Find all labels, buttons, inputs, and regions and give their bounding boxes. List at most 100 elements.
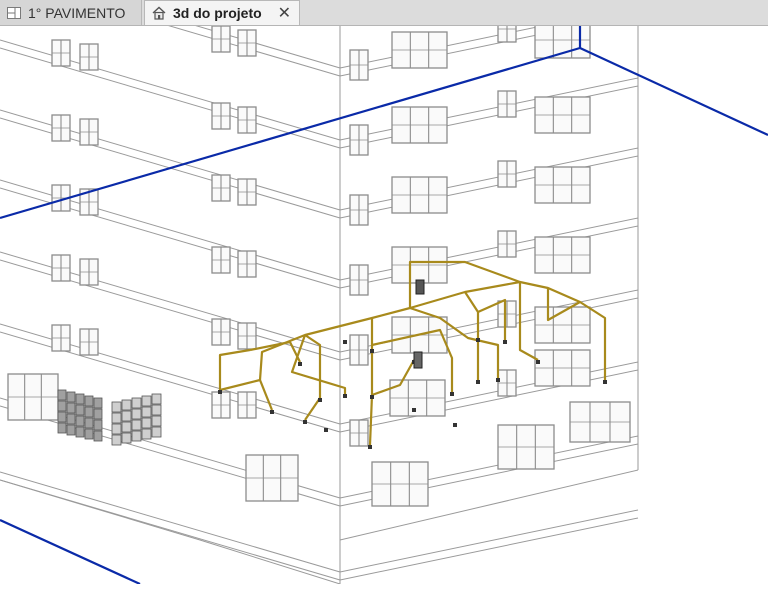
pipe-fitting xyxy=(450,392,454,396)
valve-fixture xyxy=(413,351,423,369)
equipment-block xyxy=(84,417,94,429)
3d-viewport[interactable] xyxy=(0,0,768,586)
pipe-run xyxy=(258,379,274,411)
floor-slab-edge xyxy=(339,13,639,77)
window xyxy=(349,124,369,156)
window xyxy=(497,300,517,328)
window xyxy=(497,90,517,118)
window xyxy=(371,461,429,507)
window xyxy=(237,106,257,134)
window xyxy=(534,96,591,134)
floor-slab-edge xyxy=(0,259,341,361)
window xyxy=(391,176,448,214)
floor-slab-edge xyxy=(79,0,341,77)
window xyxy=(534,236,591,274)
window xyxy=(237,29,257,57)
pipe-fitting xyxy=(476,338,480,342)
floor-slab-edge xyxy=(339,147,639,211)
equipment-block xyxy=(57,400,67,412)
equipment-block xyxy=(111,423,122,435)
equipment-block xyxy=(141,395,152,407)
section-box-edge xyxy=(579,47,768,136)
window xyxy=(391,106,448,144)
floor-slab-edge xyxy=(339,85,639,149)
close-icon[interactable]: ✕ xyxy=(278,3,291,23)
window xyxy=(391,31,448,69)
pipe-fitting xyxy=(324,428,328,432)
pipe-fitting xyxy=(318,398,322,402)
tab-1-pavimento[interactable]: 1° PAVIMENTO xyxy=(0,0,142,25)
window xyxy=(569,401,631,443)
section-box-edge xyxy=(0,518,141,586)
pipe-fitting xyxy=(270,410,274,414)
equipment-block xyxy=(131,430,142,442)
window xyxy=(79,118,99,146)
window xyxy=(349,264,369,296)
window xyxy=(237,178,257,206)
tab-label: 1° PAVIMENTO xyxy=(28,4,126,21)
floor-slab-edge xyxy=(339,5,639,69)
equipment-block xyxy=(75,393,85,405)
window xyxy=(349,419,369,447)
window xyxy=(349,194,369,226)
equipment-block xyxy=(131,408,142,420)
pipe-run xyxy=(304,334,322,398)
equipment-block xyxy=(75,415,85,427)
equipment-block xyxy=(121,421,132,433)
floor-plan-icon xyxy=(6,5,22,21)
equipment-block xyxy=(93,397,103,409)
window xyxy=(497,369,517,397)
pipe-fitting xyxy=(343,340,347,344)
window xyxy=(211,246,231,274)
window xyxy=(211,318,231,346)
floor-slab-edge xyxy=(339,155,639,219)
pipe-fitting xyxy=(370,395,374,399)
window xyxy=(211,102,231,130)
window xyxy=(534,349,591,387)
equipment-block xyxy=(131,397,142,409)
equipment-block xyxy=(121,399,132,411)
window xyxy=(79,328,99,356)
floor-slab-edge xyxy=(0,251,341,353)
3d-model-canvas[interactable] xyxy=(0,0,768,586)
pipe-fitting xyxy=(368,445,372,449)
equipment-block xyxy=(151,404,162,416)
floor-slab-edge xyxy=(339,225,639,289)
equipment-block xyxy=(131,419,142,431)
window xyxy=(211,391,231,419)
window xyxy=(7,373,59,421)
house-3d-icon xyxy=(151,5,167,21)
window xyxy=(349,334,369,366)
pipe-fitting xyxy=(343,394,347,398)
equipment-block xyxy=(84,395,94,407)
pipe-fitting xyxy=(412,408,416,412)
tab-3d-do-projeto[interactable]: 3d do projeto ✕ xyxy=(144,0,300,25)
window xyxy=(211,174,231,202)
equipment-block xyxy=(111,434,122,446)
pipe-fitting xyxy=(370,349,374,353)
water-heater-fixture xyxy=(415,279,425,295)
floor-slab-edge xyxy=(339,509,639,573)
pipe-fitting xyxy=(603,380,607,384)
window xyxy=(237,250,257,278)
equipment-block xyxy=(66,413,76,425)
pipe-run xyxy=(219,280,521,392)
equipment-block xyxy=(121,432,132,444)
pipe-fitting xyxy=(298,362,302,366)
equipment-block xyxy=(75,404,85,416)
equipment-block xyxy=(151,393,162,405)
equipment-block xyxy=(141,417,152,429)
equipment-block xyxy=(141,428,152,440)
window xyxy=(237,322,257,350)
equipment-block xyxy=(84,406,94,418)
pipe-fitting xyxy=(453,423,457,427)
window xyxy=(79,258,99,286)
window xyxy=(51,324,71,352)
equipment-block xyxy=(93,430,103,442)
window xyxy=(497,15,517,43)
pipe-run xyxy=(368,394,374,446)
window xyxy=(51,114,71,142)
equipment-block xyxy=(111,401,122,413)
equipment-block xyxy=(57,422,67,434)
floor-slab-edge xyxy=(339,77,639,141)
